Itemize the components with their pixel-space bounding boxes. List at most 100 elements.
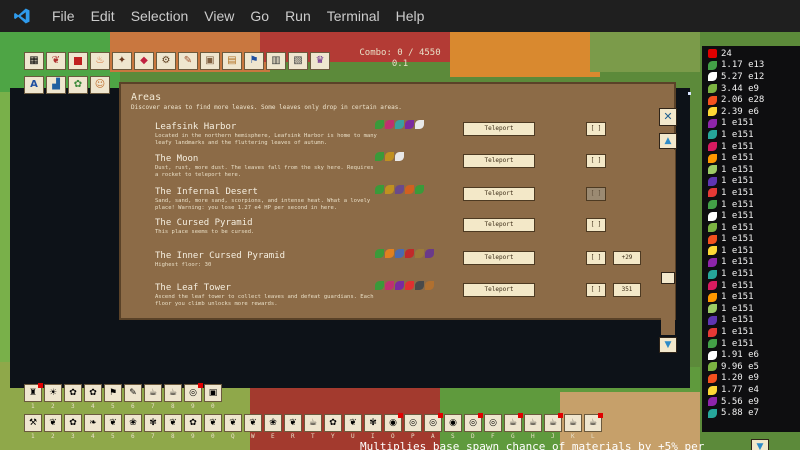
hotbar-slot[interactable]: ✿ 3 (64, 384, 82, 410)
notification-badge (38, 383, 43, 388)
menu-run[interactable]: Run (277, 0, 319, 32)
person-icon[interactable]: ☺ (90, 76, 110, 94)
menu-help[interactable]: Help (388, 0, 433, 32)
hotbar-slot[interactable]: ◉ O (384, 413, 403, 440)
hotkey-label: 7 (151, 403, 155, 410)
menu-go[interactable]: Go (242, 0, 277, 32)
hotbar-slot[interactable]: ❦ 0 (204, 414, 222, 440)
menu-selection[interactable]: Selection (123, 0, 197, 32)
hotbar-slot[interactable]: ❦ R (284, 414, 302, 440)
hotkey-label: G (511, 433, 515, 440)
hotbar-slot[interactable]: ▣ 0 (204, 384, 222, 410)
menu-edit[interactable]: Edit (83, 0, 123, 32)
top-toolbar-secondary: A ▟ ✿ ☺ (24, 76, 110, 94)
hotbar-slot[interactable]: ♜ 1 (24, 383, 43, 410)
hotbar-slot[interactable]: ⚒ 1 (24, 414, 42, 440)
hotbar-slot[interactable]: ☕ H (524, 414, 542, 440)
hotbar-slot[interactable]: ❦ 8 (164, 414, 182, 440)
hotbar-slot[interactable]: ☀ 2 (44, 384, 62, 410)
hotbar-slot[interactable]: ✿ 9 (184, 414, 202, 440)
hotbar-slot[interactable]: ❀ 6 (124, 414, 142, 440)
scroll-icon[interactable]: ✎ (178, 52, 198, 70)
hotbar-slot[interactable]: ☕ J (544, 413, 563, 440)
leaf-icon (708, 269, 717, 279)
close-button[interactable]: ✕ (659, 108, 677, 126)
ruby-icon[interactable]: ◆ (134, 52, 154, 70)
hotbar-slot[interactable]: ☕ 8 (164, 384, 182, 410)
area-option-button[interactable]: [ ] (586, 218, 606, 232)
teleport-button[interactable]: Teleport (463, 187, 535, 201)
menu-view[interactable]: View (196, 0, 242, 32)
hotbar-slot[interactable]: ❦ W (244, 414, 262, 440)
scroll-down-button[interactable]: ▼ (659, 337, 677, 353)
map-icon[interactable]: ▣ (200, 52, 220, 70)
hotbar-slot[interactable]: ❦ Q (224, 414, 242, 440)
hotbar-slot[interactable]: ✿ 3 (64, 414, 82, 440)
hotbar-slot[interactable]: ☕ T (304, 414, 322, 440)
hotbar-slot[interactable]: ✿ 4 (84, 384, 102, 410)
resource-row: 1 e151 (708, 268, 800, 280)
scroll-track[interactable] (661, 150, 675, 335)
hotkey-label: H (531, 433, 535, 440)
hotbar-slot[interactable]: ◉ S (444, 414, 462, 440)
hotbar-slot[interactable]: ☕ L (584, 413, 603, 440)
book-icon[interactable]: ▥ (266, 52, 286, 70)
notes-icon[interactable]: ▧ (288, 52, 308, 70)
teleport-button[interactable]: Teleport (463, 251, 535, 265)
hotbar-slot[interactable]: ◎ D (464, 413, 483, 440)
vscode-logo-icon (0, 0, 44, 32)
flame-icon[interactable]: ♨ (90, 52, 110, 70)
hotbar-slot[interactable]: ❦ 2 (44, 414, 62, 440)
hotbar-slot[interactable]: ❦ 5 (104, 414, 122, 440)
hotbar-slot[interactable]: ✎ 6 (124, 384, 142, 410)
hotbar-slot[interactable]: ◎ P (404, 414, 422, 440)
resource-row: 1 e151 (708, 129, 800, 141)
trophy-icon[interactable]: ✿ (68, 76, 88, 94)
grid-icon[interactable]: ▦ (24, 52, 44, 70)
red-block-icon[interactable] (68, 52, 88, 70)
crown-icon[interactable]: ♛ (310, 52, 330, 70)
creature-icon[interactable]: ✦ (112, 52, 132, 70)
area-description: Dust, rust, more dust. The leaves fall f… (155, 165, 374, 178)
hotbar-slot[interactable]: ❀ E (264, 414, 282, 440)
material-icons (375, 281, 434, 290)
hotbar-slot[interactable]: ☕ G (504, 413, 523, 440)
area-option-button[interactable]: [ ] (586, 122, 606, 136)
scroll-thumb[interactable] (661, 272, 675, 284)
area-extra-button[interactable]: +29 (613, 251, 641, 265)
hotbar-slot[interactable]: ◎ F (484, 414, 502, 440)
area-option-button[interactable]: [ ] (586, 154, 606, 168)
resource-scroll-down-button[interactable]: ▼ (751, 439, 769, 450)
hotbar-slot[interactable]: ◎ 9 (184, 383, 203, 410)
alpha-icon[interactable]: A (24, 76, 44, 94)
hotbar-slot[interactable]: ☕ 7 (144, 384, 162, 410)
menu-file[interactable]: File (44, 0, 83, 32)
hotbar-slot[interactable]: ◎ A (424, 413, 443, 440)
hotbar-slot[interactable]: ❦ U (344, 414, 362, 440)
hotbar-slot[interactable]: ✾ 7 (144, 414, 162, 440)
hotbar-slot[interactable]: ✾ I (364, 414, 382, 440)
teleport-button[interactable]: Teleport (463, 283, 535, 297)
leaf-icon[interactable]: ❦ (46, 52, 66, 70)
menu-terminal[interactable]: Terminal (319, 0, 388, 32)
area-option-button[interactable]: [ ] (586, 187, 606, 201)
teleport-button[interactable]: Teleport (463, 122, 535, 136)
teleport-button[interactable]: Teleport (463, 154, 535, 168)
resource-row: 9.96 e5 (708, 361, 800, 373)
teleport-button[interactable]: Teleport (463, 218, 535, 232)
leaf-icon (708, 257, 717, 267)
chart-icon[interactable]: ▟ (46, 76, 66, 94)
hotbar-slot[interactable]: ❧ 4 (84, 414, 102, 440)
hotbar-slot[interactable]: ⚑ 5 (104, 384, 122, 410)
area-option-button[interactable]: [ ] (586, 283, 606, 297)
area-extra-button[interactable]: 351 (613, 283, 641, 297)
leaf-icon (708, 315, 717, 325)
gear-icon[interactable]: ⚙ (156, 52, 176, 70)
area-option-button[interactable]: [ ] (586, 251, 606, 265)
hotbar-slot[interactable]: ☕ K (564, 414, 582, 440)
flag-icon[interactable]: ⚑ (244, 52, 264, 70)
scroll-up-button[interactable]: ▲ (659, 133, 677, 149)
resource-value: 2.06 e28 (721, 95, 765, 106)
chest-icon[interactable]: ▤ (222, 52, 242, 70)
hotbar-slot[interactable]: ✿ Y (324, 414, 342, 440)
